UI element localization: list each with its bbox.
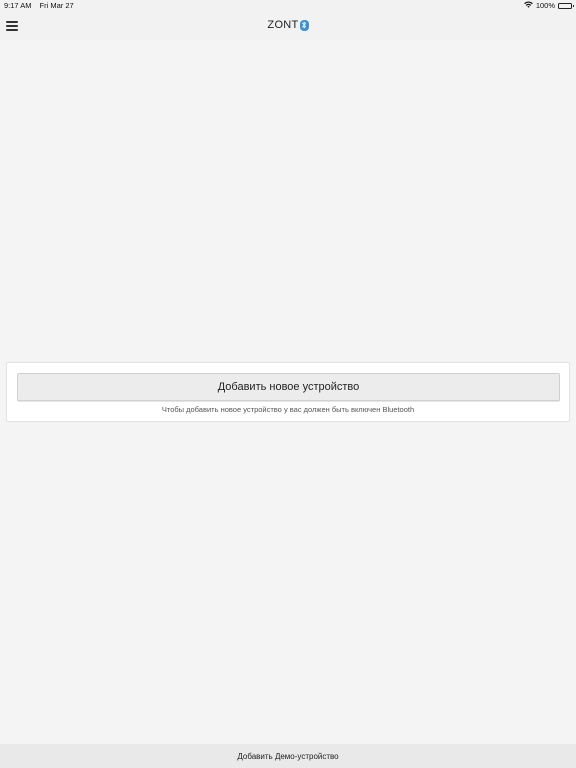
app-title: ZONT [0, 19, 576, 31]
status-bar: 9:17 AM Fri Mar 27 100% [0, 0, 576, 12]
bluetooth-icon [299, 19, 309, 31]
navigation-bar: ZONT [0, 12, 576, 40]
app-title-text: ZONT [267, 19, 299, 31]
wifi-icon [524, 1, 533, 10]
battery-percent: 100% [535, 1, 555, 10]
add-demo-device-button[interactable]: Добавить Демо-устройство [0, 744, 576, 768]
status-date: Fri Mar 27 [39, 1, 74, 10]
battery-icon [558, 2, 574, 9]
status-time: 9:17 AM [4, 1, 32, 10]
add-new-device-button[interactable]: Добавить новое устройство [17, 373, 560, 401]
bottom-bar: Добавить Демо-устройство [0, 744, 576, 768]
bluetooth-hint: Чтобы добавить новое устройство у вас до… [161, 405, 415, 414]
add-device-card: Добавить новое устройство Чтобы добавить… [6, 362, 570, 422]
